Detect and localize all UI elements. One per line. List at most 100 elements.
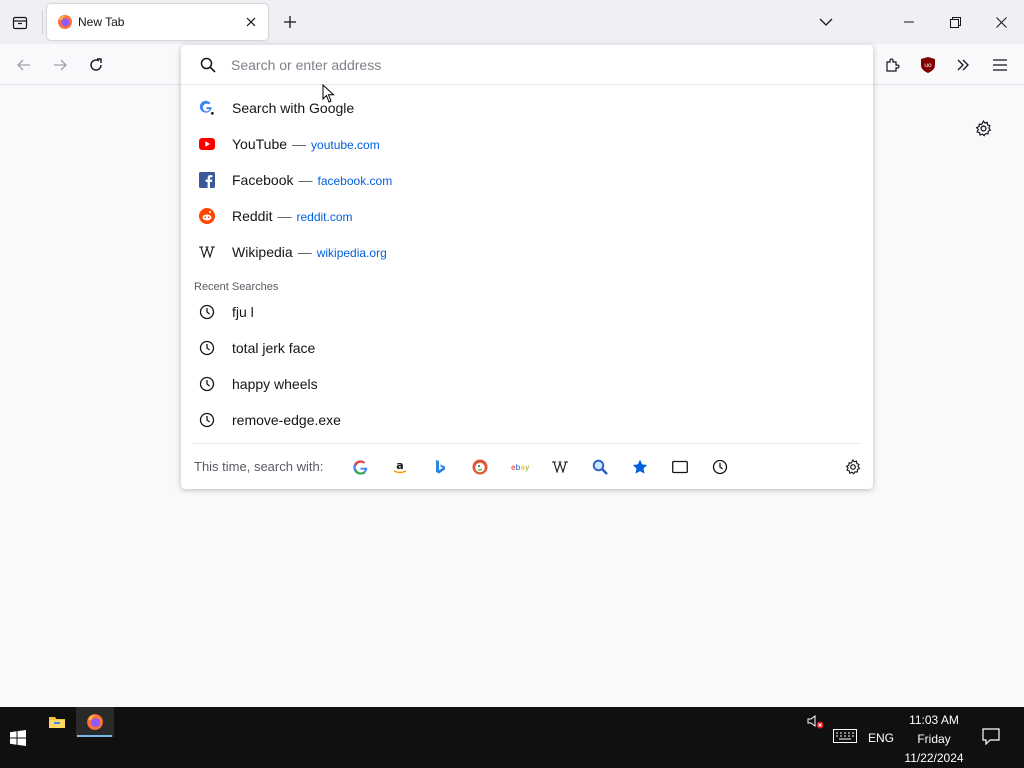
customize-new-tab-button[interactable]: [970, 115, 996, 141]
separator-dash: —: [292, 136, 307, 152]
star-icon: [632, 459, 648, 474]
mouse-cursor-icon: [322, 84, 335, 103]
tab-title: New Tab: [78, 15, 125, 29]
recent-search-label: remove-edge.exe: [232, 412, 341, 428]
firefox-icon: [58, 15, 72, 29]
input-language[interactable]: ENG: [868, 731, 894, 745]
search-history-button[interactable]: [708, 455, 732, 479]
duckduckgo-icon: [472, 459, 488, 475]
separator-dash: —: [277, 208, 292, 224]
reddit-icon: [199, 208, 215, 224]
suggestion-youtube[interactable]: YouTube — youtube.com: [189, 127, 865, 161]
engine-amazon-button[interactable]: a: [388, 455, 412, 479]
notification-icon: [982, 728, 1000, 746]
suggestion-search-with-google[interactable]: Search with Google: [189, 91, 865, 125]
suggestion-facebook[interactable]: Facebook — facebook.com: [189, 163, 865, 197]
separator-dash: —: [298, 172, 313, 188]
one-off-label: This time, search with:: [194, 459, 324, 474]
start-button[interactable]: [0, 707, 36, 768]
clock[interactable]: 11:03 AM Friday 11/22/2024: [896, 711, 972, 768]
bing-icon: [436, 460, 445, 474]
engine-ebay-button[interactable]: ebay: [508, 455, 532, 479]
back-button[interactable]: [9, 50, 39, 80]
engine-google-button[interactable]: [348, 455, 372, 479]
magnifier-icon: [592, 459, 608, 475]
more-tools-button[interactable]: [948, 50, 978, 80]
google-icon: [352, 459, 367, 475]
tab-icon: [672, 460, 688, 474]
facebook-icon: [199, 172, 215, 188]
firefox-view-button[interactable]: [6, 9, 34, 37]
close-icon: [995, 16, 1007, 28]
extensions-button[interactable]: [877, 50, 907, 80]
suggestion-label: Reddit: [232, 208, 273, 224]
suggestion-wikipedia[interactable]: Wikipedia — wikipedia.org: [189, 235, 865, 269]
clock-icon: [712, 459, 728, 475]
touch-keyboard-button[interactable]: [833, 729, 857, 746]
action-center-button[interactable]: [982, 728, 1000, 748]
youtube-icon: [199, 136, 215, 152]
recent-search-item[interactable]: total jerk face: [189, 331, 865, 365]
search-settings-button[interactable]: [841, 455, 865, 479]
close-icon: [246, 17, 256, 27]
ublock-shield-icon: uo: [921, 57, 935, 73]
engine-wikipedia-button[interactable]: [548, 455, 572, 479]
minimize-button[interactable]: [886, 0, 932, 44]
close-tab-button[interactable]: [242, 13, 260, 31]
speaker-muted-icon: [807, 715, 824, 729]
reload-icon: [90, 58, 102, 71]
taskbar-firefox[interactable]: [76, 707, 114, 737]
restore-icon: [949, 16, 961, 28]
address-input[interactable]: [231, 54, 831, 76]
search-bookmarks-button[interactable]: [628, 455, 652, 479]
list-all-tabs-button[interactable]: [814, 10, 838, 34]
arrow-right-icon: [54, 59, 67, 71]
new-tab-button[interactable]: [278, 10, 302, 34]
forward-button[interactable]: [45, 50, 75, 80]
recent-search-label: happy wheels: [232, 376, 318, 392]
engine-duckduckgo-button[interactable]: [468, 455, 492, 479]
double-chevron-right-icon: [957, 59, 969, 71]
engine-default-search-button[interactable]: [588, 455, 612, 479]
suggestion-text: Reddit — reddit.com: [232, 208, 353, 224]
recent-search-item[interactable]: remove-edge.exe: [189, 403, 865, 437]
recent-searches-heading: Recent Searches: [194, 281, 279, 293]
wikipedia-icon: [199, 244, 215, 260]
volume-muted-button[interactable]: [807, 714, 825, 733]
recent-search-item[interactable]: happy wheels: [189, 367, 865, 401]
clock-date: 11/22/2024: [904, 751, 964, 765]
close-window-button[interactable]: [978, 0, 1024, 44]
app-menu-button[interactable]: [985, 50, 1015, 80]
suggestion-reddit[interactable]: Reddit — reddit.com: [189, 199, 865, 233]
firefox-view-icon: [12, 16, 28, 30]
ublock-origin-button[interactable]: uo: [913, 50, 943, 80]
suggestion-label: Facebook: [232, 172, 294, 188]
urlbar: [181, 45, 873, 85]
google-search-icon: [199, 100, 215, 116]
folder-icon: [49, 717, 65, 728]
chevron-down-icon: [819, 18, 833, 26]
svg-text:uo: uo: [924, 62, 932, 69]
plus-icon: [284, 16, 296, 28]
taskbar-file-explorer[interactable]: [38, 707, 76, 737]
search-tabs-button[interactable]: [668, 455, 692, 479]
clock-icon: [199, 340, 215, 356]
suggestion-url: facebook.com: [317, 174, 393, 188]
tab-new-tab[interactable]: New Tab: [47, 4, 268, 40]
firefox-icon: [87, 714, 103, 730]
clock-icon: [199, 376, 215, 392]
restore-button[interactable]: [932, 0, 978, 44]
engine-bing-button[interactable]: [428, 455, 452, 479]
clock-day: Friday: [917, 732, 951, 746]
amazon-icon: a: [393, 459, 407, 474]
gear-icon: [845, 459, 861, 475]
gear-icon: [975, 119, 991, 137]
recent-search-item[interactable]: fju l: [189, 295, 865, 329]
windows-taskbar: ENG 11:03 AM Friday 11/22/2024: [0, 707, 1024, 768]
puzzle-icon: [886, 58, 900, 72]
suggestion-text: Wikipedia — wikipedia.org: [232, 244, 387, 260]
suggestion-label: YouTube: [232, 136, 288, 152]
clock-icon: [199, 304, 215, 320]
reload-button[interactable]: [81, 50, 111, 80]
suggestion-url: reddit.com: [296, 210, 353, 224]
